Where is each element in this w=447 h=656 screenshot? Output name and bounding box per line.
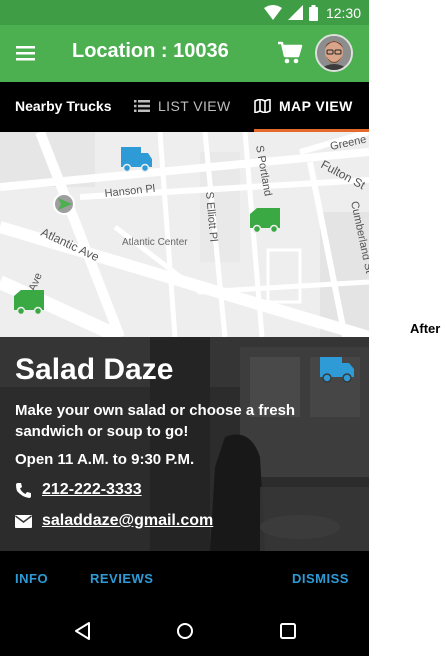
cart-button[interactable]: [277, 41, 303, 65]
map-view[interactable]: Hanson Pl Atlantic Ave S Elliott Pl S Po…: [0, 132, 369, 337]
phone-screen: 12:30 Location : 10036 Nearby Trucks LIS…: [0, 0, 369, 656]
list-view-label: LIST VIEW: [158, 98, 231, 114]
phone-icon: [16, 482, 31, 498]
home-icon[interactable]: [174, 620, 196, 642]
menu-button[interactable]: [14, 42, 38, 64]
status-time: 12:30: [325, 4, 361, 21]
after-caption: After: [410, 321, 441, 336]
email-address[interactable]: saladdaze@gmail.com: [42, 512, 213, 530]
email-link[interactable]: saladdaze@gmail.com: [15, 512, 213, 530]
tab-list-view[interactable]: LIST VIEW: [134, 98, 231, 114]
wifi-icon: [263, 5, 282, 20]
location-title: Location : 10036: [72, 40, 229, 62]
truck-description: Make your own salad or choose a fresh sa…: [15, 402, 296, 440]
tab-map-view[interactable]: MAP VIEW: [254, 98, 353, 114]
email-icon: [15, 514, 32, 528]
cart-icon: [278, 41, 303, 64]
map-icon: [254, 99, 271, 113]
dismiss-button[interactable]: DISMISS: [292, 571, 349, 586]
truck-name: Salad Daze: [15, 353, 174, 386]
menu-icon: [16, 46, 35, 61]
action-bar: INFO REVIEWS DISMISS: [0, 551, 369, 606]
truck-detail-card: Salad Daze Make your own salad or choose…: [0, 337, 369, 551]
location-arrow-icon[interactable]: [53, 193, 75, 215]
view-tab-bar: Nearby Trucks LIST VIEW MAP VIEW: [0, 82, 369, 130]
phone-number[interactable]: 212-222-3333: [42, 481, 142, 499]
back-icon[interactable]: [72, 620, 94, 642]
reviews-button[interactable]: REVIEWS: [90, 571, 153, 586]
status-bar: 12:30: [0, 0, 369, 25]
place-label: Atlantic Center: [122, 237, 188, 248]
info-button[interactable]: INFO: [15, 571, 48, 586]
signal-icon: [287, 5, 303, 20]
recents-icon[interactable]: [277, 620, 299, 642]
nearby-trucks-label: Nearby Trucks: [15, 98, 112, 114]
phone-link[interactable]: 212-222-3333: [15, 481, 142, 499]
avatar[interactable]: [315, 34, 353, 72]
list-icon: [134, 100, 150, 112]
truck-hours: Open 11 A.M. to 9:30 P.M.: [15, 451, 195, 468]
map-canvas: Hanson Pl Atlantic Ave S Elliott Pl S Po…: [0, 132, 369, 337]
battery-icon: [308, 4, 318, 21]
truck-icon: [320, 357, 354, 383]
android-nav-bar: [0, 606, 369, 656]
map-view-label: MAP VIEW: [279, 98, 353, 114]
app-bar: Location : 10036: [0, 25, 369, 82]
